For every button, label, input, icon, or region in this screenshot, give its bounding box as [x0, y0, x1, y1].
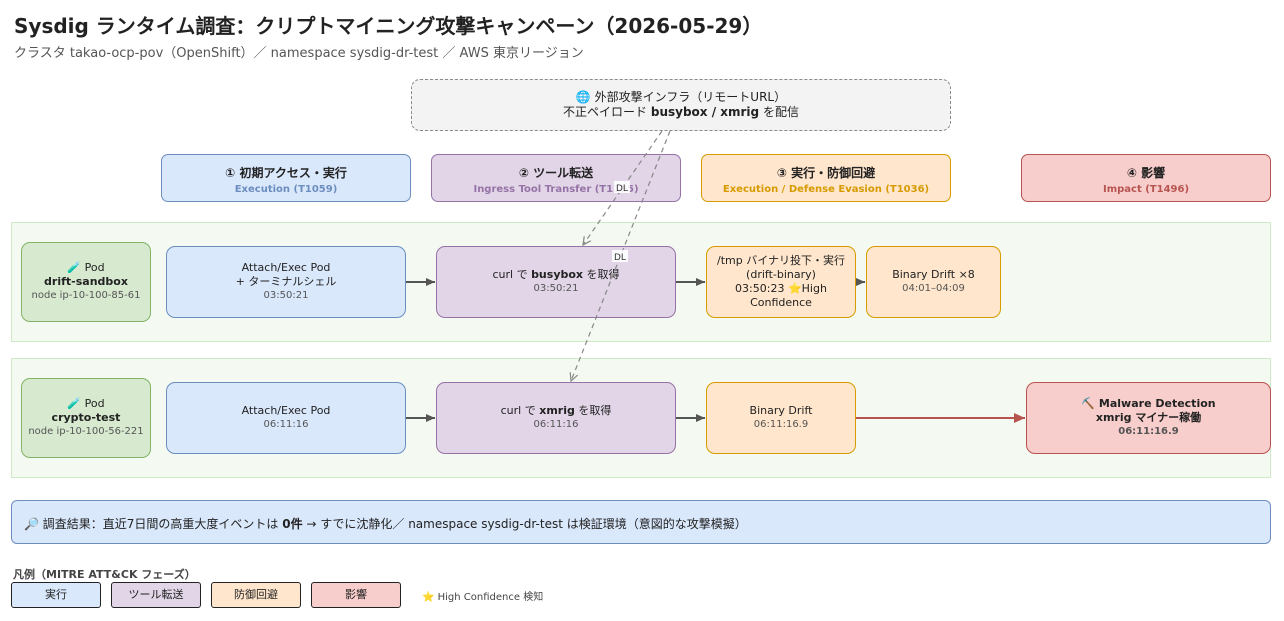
edge-label-dl-1: DL — [616, 184, 628, 194]
investigation-summary: 🔎 調査結果：直近7日間の高重大度イベントは 0件 → すでに沈静化／ name… — [11, 500, 1271, 544]
legend-item-tool-transfer: ツール転送 — [111, 582, 201, 608]
legend-item-impact: 影響 — [311, 582, 401, 608]
legend-item-defense-evasion: 防御回避 — [211, 582, 301, 608]
legend-item-execution: 実行 — [11, 582, 101, 608]
legend-high-confidence: ⭐ High Confidence 検知 — [422, 592, 544, 603]
legend-title: 凡例（MITRE ATT&CK フェーズ） — [13, 568, 196, 581]
edge-label-dl-2: DL — [614, 253, 626, 263]
